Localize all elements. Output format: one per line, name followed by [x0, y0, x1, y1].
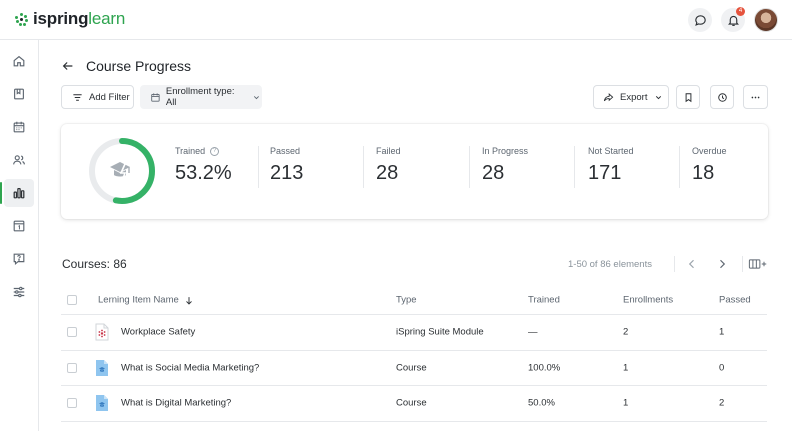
user-avatar[interactable]	[754, 8, 778, 32]
history-button[interactable]	[710, 85, 734, 109]
sidebar-item-reports[interactable]	[0, 179, 34, 207]
course-icon	[95, 394, 109, 412]
notification-count-badge: 4	[736, 7, 745, 16]
book-icon	[14, 88, 24, 100]
calendar-icon	[13, 121, 25, 133]
column-header-type[interactable]: Type	[396, 295, 417, 306]
table-row[interactable]: What is Social Media Marketing? Course 1…	[61, 351, 767, 386]
sidebar-item-users[interactable]	[4, 146, 34, 174]
page-title: Course Progress	[86, 58, 192, 74]
clock-icon	[717, 92, 727, 102]
users-icon	[13, 155, 25, 165]
sidebar	[0, 40, 39, 431]
row-passed: 1	[719, 326, 725, 338]
more-horizontal-icon	[751, 96, 760, 98]
bookmark-icon	[685, 92, 691, 102]
help-chat-icon	[13, 253, 25, 266]
chat-button[interactable]	[688, 8, 712, 32]
pagination-info: 1-50 of 86 elements	[568, 259, 652, 270]
row-checkbox[interactable]	[67, 362, 77, 373]
back-arrow-icon[interactable]	[61, 59, 75, 73]
courses-count: Courses: 86	[62, 257, 127, 271]
home-icon	[13, 55, 25, 67]
course-icon	[95, 359, 109, 377]
calendar-small-icon	[151, 92, 160, 102]
logo-mark-icon	[15, 12, 28, 26]
row-enrollments: 2	[623, 326, 629, 338]
enrollment-type-dropdown[interactable]: Enrollment type: All	[140, 85, 262, 109]
row-trained: 100.0%	[528, 362, 561, 374]
sidebar-item-help[interactable]	[4, 245, 34, 273]
bookmark-button[interactable]	[676, 85, 700, 109]
sidebar-item-events[interactable]	[4, 212, 34, 240]
stat-overdue: Overdue 18	[692, 146, 727, 184]
courses-table: Lerning Item Name Type Trained Enrollmen…	[61, 286, 767, 422]
graduation-cap-icon	[110, 162, 130, 182]
select-all-checkbox[interactable]	[67, 295, 77, 305]
row-type: iSpring Suite Module	[396, 326, 484, 338]
prev-page-icon[interactable]	[686, 258, 698, 270]
table-row[interactable]: What is Digital Marketing? Course 50.0% …	[61, 386, 767, 422]
add-filter-button[interactable]: Add Filter	[61, 85, 134, 109]
row-enrollments: 1	[623, 397, 629, 409]
module-icon	[95, 323, 109, 341]
row-passed: 0	[719, 362, 725, 374]
main-content: Course Progress Add Filter Enrollment ty…	[40, 40, 792, 431]
row-trained: 50.0%	[528, 397, 555, 409]
calendar-day-icon	[13, 220, 25, 232]
share-arrow-icon	[603, 92, 614, 101]
column-header-passed[interactable]: Passed	[719, 295, 751, 306]
stat-failed: Failed 28	[376, 146, 401, 184]
sidebar-item-library[interactable]	[4, 80, 34, 108]
column-header-trained[interactable]: Trained	[528, 295, 560, 306]
chevron-down-icon	[254, 95, 260, 99]
export-button[interactable]: Export	[593, 85, 669, 109]
row-checkbox[interactable]	[67, 398, 77, 409]
row-checkbox[interactable]	[67, 327, 77, 338]
row-trained: —	[528, 326, 538, 338]
help-icon[interactable]: ?	[210, 146, 220, 156]
chat-bubble-icon	[694, 14, 706, 26]
stat-not-started: Not Started 171	[588, 146, 634, 184]
top-bar: ispringlearn 4	[0, 0, 792, 40]
table-header-row: Lerning Item Name Type Trained Enrollmen…	[61, 286, 767, 315]
trained-progress-ring	[89, 138, 155, 204]
bar-chart-icon	[13, 188, 25, 199]
logo-text: ispringlearn	[33, 9, 126, 28]
stat-trained: Trained ? 53.2%	[175, 146, 232, 184]
filter-icon	[73, 93, 82, 101]
sort-down-arrow-icon	[185, 296, 192, 305]
row-type: Course	[396, 362, 427, 374]
stat-in-progress: In Progress 28	[482, 146, 529, 184]
column-header-name[interactable]: Lerning Item Name	[98, 295, 194, 306]
row-name[interactable]: What is Social Media Marketing?	[121, 362, 259, 373]
logo[interactable]: ispringlearn	[15, 9, 125, 29]
next-page-icon[interactable]	[716, 258, 728, 270]
row-name[interactable]: What is Digital Marketing?	[121, 398, 231, 409]
table-row[interactable]: Workplace Safety iSpring Suite Module — …	[61, 315, 767, 351]
row-type: Course	[396, 397, 427, 409]
sidebar-item-calendar[interactable]	[4, 113, 34, 141]
notifications-button[interactable]: 4	[721, 7, 745, 32]
stats-summary-card: Trained ? 53.2% Passed 213 Failed 28 In …	[61, 124, 768, 219]
sidebar-item-settings[interactable]	[4, 278, 34, 306]
sidebar-item-home[interactable]	[4, 47, 34, 75]
row-passed: 2	[719, 397, 725, 409]
column-header-enrollments[interactable]: Enrollments	[623, 295, 673, 306]
chevron-down-icon	[656, 95, 662, 99]
sliders-icon	[13, 286, 25, 298]
stat-trained-value: 53.2%	[175, 162, 232, 184]
row-name[interactable]: Workplace Safety	[121, 327, 195, 338]
stat-passed: Passed 213	[270, 146, 304, 184]
more-options-button[interactable]	[743, 85, 768, 109]
row-enrollments: 1	[623, 362, 629, 374]
columns-settings-icon[interactable]	[748, 258, 768, 270]
